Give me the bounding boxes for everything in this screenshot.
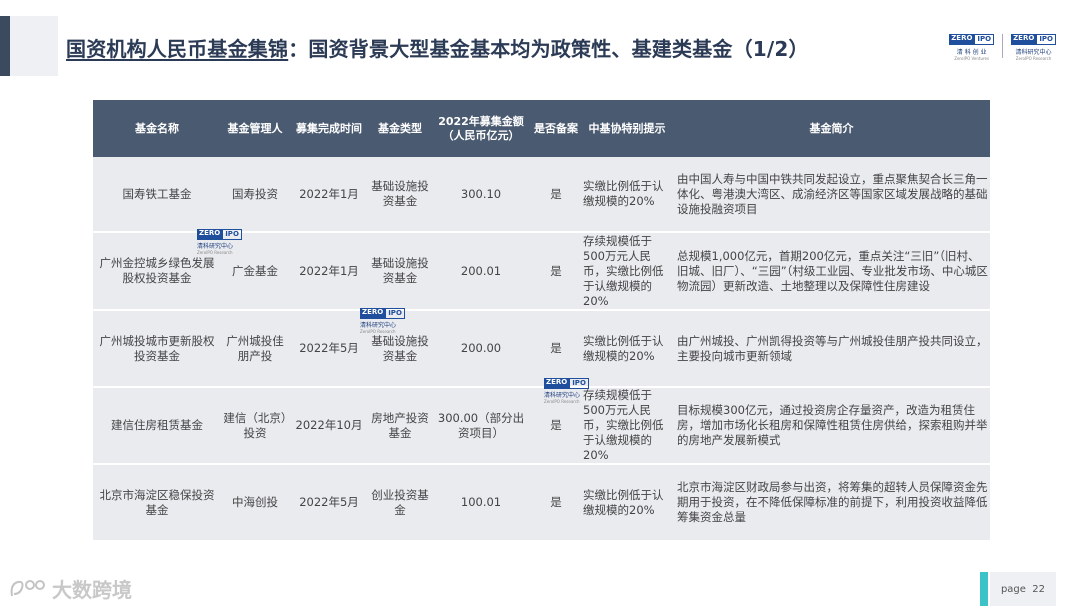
header-amac-note: 中基协特别提示 — [581, 100, 673, 157]
cell-fund-name: 北京市海淀区稳保投资基金 — [93, 464, 221, 542]
cell-amac-note: 存续规模低于500万元人民币，实缴比例低于认缴规模的20% — [581, 387, 673, 465]
fund-table: 基金名称 基金管理人 募集完成时间 基金类型 2022年募集金额（人民币亿元） … — [93, 100, 990, 542]
cell-filed: 是 — [531, 310, 581, 388]
cell-amount: 300.10 — [431, 157, 531, 233]
cell-amac-note: 实缴比例低于认缴规模的20% — [581, 310, 673, 388]
table-row: 建信住房租赁基金 建信（北京）投资 2022年10月 房地产投资基金 300.0… — [93, 387, 990, 465]
brand-mark-icon — [10, 579, 45, 596]
watermark-logo: ZERO IPO 清科研究中心 ZeroIPO Research — [360, 308, 405, 334]
cell-intro: 目标规模300亿元，通过投资房企存量资产，改造为租赁住房，增加市场化长租房和保障… — [673, 387, 990, 465]
header-manager: 基金管理人 — [221, 100, 289, 157]
watermark-logo: ZERO IPO 清科研究中心 ZeroIPO Research — [197, 229, 242, 255]
cell-fund-name: 建信住房租赁基金 — [93, 387, 221, 465]
cell-amount: 300.00（部分出资项目） — [431, 387, 531, 465]
page-label: page — [1000, 583, 1026, 595]
table-row: 广州城投城市更新股权投资基金 广州城投佳朋产投 2022年5月 基础设施投资基金… — [93, 310, 990, 388]
title-underlined: 国资机构人民币基金集锦 — [66, 37, 289, 61]
table-row: 北京市海淀区稳保投资基金 中海创投 2022年5月 创业投资基金 100.01 … — [93, 464, 990, 542]
footer-brand-text: 大数跨境 — [52, 578, 132, 602]
table-header-row: 基金名称 基金管理人 募集完成时间 基金类型 2022年募集金额（人民币亿元） … — [93, 100, 990, 157]
cell-amount: 200.01 — [431, 232, 531, 311]
cell-amount: 200.00 — [431, 310, 531, 388]
zeroipo-ventures-logo: ZERO IPO 清 科 创 业 ZeroIPO Ventures — [949, 34, 995, 61]
header-close-date: 募集完成时间 — [289, 100, 369, 157]
title-accent-bar — [0, 16, 10, 76]
page-accent-tab — [980, 572, 988, 606]
cell-intro: 总规模1,000亿元，首期200亿元，重点关注“三旧”（旧村、旧城、旧厂）、“三… — [673, 232, 990, 311]
table-row: 国寿铁工基金 国寿投资 2022年1月 基础设施投资基金 300.10 是 实缴… — [93, 157, 990, 233]
page-number-box: page 22 — [990, 572, 1056, 606]
cell-manager: 中海创投 — [221, 464, 289, 542]
logo-divider — [1002, 34, 1004, 58]
cell-manager: 建信（北京）投资 — [221, 387, 289, 465]
cell-intro: 由中国人寿与中国中铁共同发起设立，重点聚焦契合长三角一体化、粤港澳大湾区、成渝经… — [673, 157, 990, 233]
header-amount: 2022年募集金额（人民币亿元） — [431, 100, 531, 157]
cell-fund-name: 国寿铁工基金 — [93, 157, 221, 233]
header-fund-type: 基金类型 — [369, 100, 431, 157]
page-number: 22 — [1032, 583, 1046, 595]
cell-fund-type: 创业投资基金 — [369, 464, 431, 542]
cell-close-date: 2022年10月 — [289, 387, 369, 465]
cell-manager: 广州城投佳朋产投 — [221, 310, 289, 388]
header-intro: 基金简介 — [673, 100, 990, 157]
header-fund-name: 基金名称 — [93, 100, 221, 157]
title-rest: ：国资背景大型基金基本均为政策性、基建类基金（1/2） — [288, 37, 809, 61]
footer-brand: 大数跨境 — [8, 574, 132, 603]
cell-close-date: 2022年5月 — [289, 464, 369, 542]
cell-fund-type: 房地产投资基金 — [369, 387, 431, 465]
cell-amac-note: 存续规模低于500万元人民币，实缴比例低于认缴规模的20% — [581, 232, 673, 311]
watermark-logo: ZERO IPO 清科研究中心 ZeroIPO Research — [544, 378, 589, 404]
cell-amount: 100.01 — [431, 464, 531, 542]
cell-manager: 国寿投资 — [221, 157, 289, 233]
cell-fund-name: 广州城投城市更新股权投资基金 — [93, 310, 221, 388]
cell-fund-type: 基础设施投资基金 — [369, 232, 431, 311]
header-logos: ZERO IPO 清 科 创 业 ZeroIPO Ventures ZERO IPO… — [949, 34, 1056, 61]
cell-filed: 是 — [531, 464, 581, 542]
cell-close-date: 2022年1月 — [289, 232, 369, 311]
header-filed: 是否备案 — [531, 100, 581, 157]
zeroipo-research-logo: ZERO IPO 清科研究中心 ZeroIPO Research — [1011, 34, 1056, 61]
page-title: 国资机构人民币基金集锦：国资背景大型基金基本均为政策性、基建类基金（1/2） — [66, 33, 809, 62]
cell-amac-note: 实缴比例低于认缴规模的20% — [581, 464, 673, 542]
cell-fund-type: 基础设施投资基金 — [369, 157, 431, 233]
cell-filed: 是 — [531, 157, 581, 233]
cell-amac-note: 实缴比例低于认缴规模的20% — [581, 157, 673, 233]
cell-filed: 是 — [531, 232, 581, 311]
cell-intro: 北京市海淀区财政局参与出资，将筹集的超转人员保障资金先期用于投资，在不降低保障标… — [673, 464, 990, 542]
title-band — [10, 16, 58, 76]
cell-intro: 由广州城投、广州凯得投资等与广州城投佳朋产投共同设立，主要投向城市更新领域 — [673, 310, 990, 388]
cell-close-date: 2022年5月 — [289, 310, 369, 388]
cell-close-date: 2022年1月 — [289, 157, 369, 233]
